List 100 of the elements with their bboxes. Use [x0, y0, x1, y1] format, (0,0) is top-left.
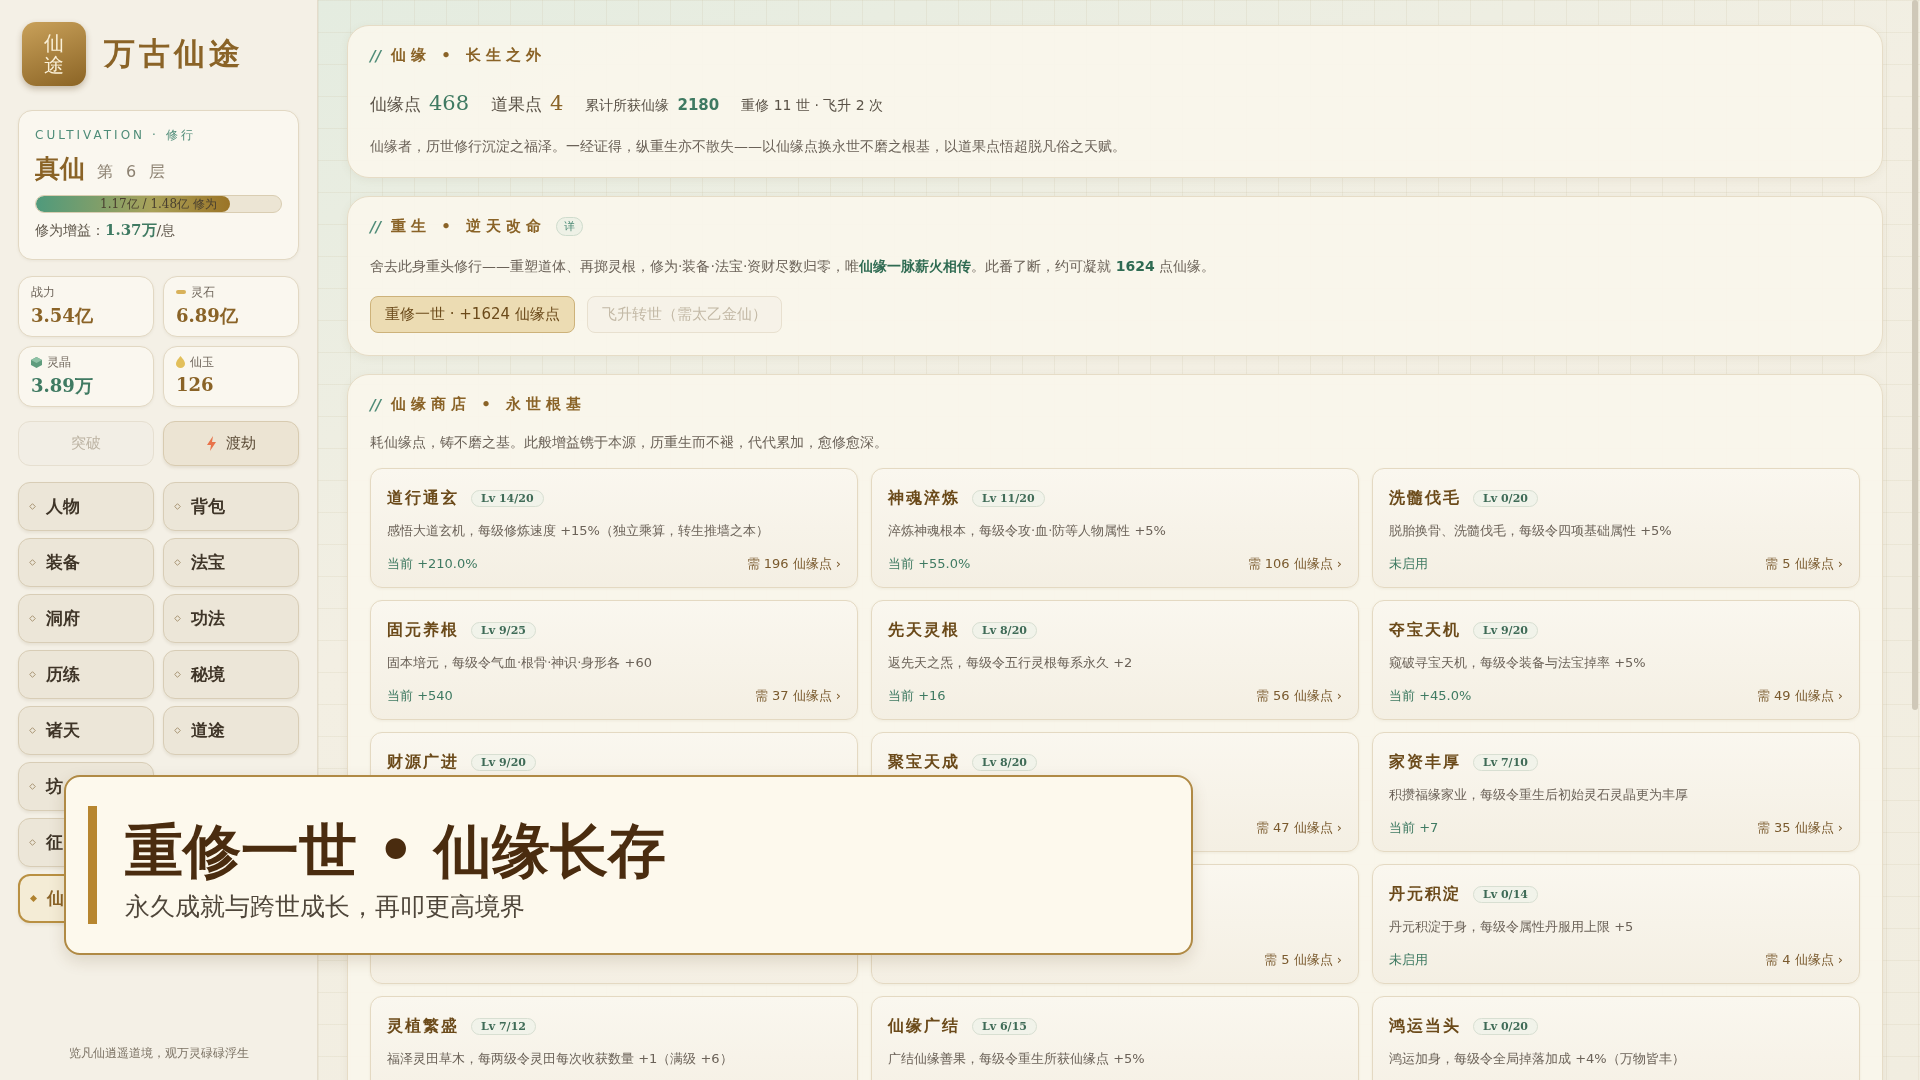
nav-item[interactable]: 装备 — [18, 538, 154, 587]
upgrade-status: 当前 +55.0% — [888, 555, 971, 573]
upgrade-cost-link[interactable]: 需 4 仙缘点 › — [1765, 951, 1843, 969]
diamond-icon — [29, 783, 36, 790]
scrollbar[interactable] — [1912, 0, 1918, 710]
nav-item[interactable]: 洞府 — [18, 594, 154, 643]
upgrade-status: 未启用 — [1389, 951, 1428, 969]
upgrade-cost-link[interactable]: 需 47 仙缘点 › — [1255, 819, 1342, 837]
level-badge: Lv 11/20 — [972, 489, 1045, 507]
gain-label: 修为增益： — [35, 222, 105, 240]
nav-item[interactable]: 人物 — [18, 482, 154, 531]
upgrade-title: 财源广进 — [387, 751, 459, 773]
upgrade-title: 聚宝天成 — [888, 751, 960, 773]
upgrade-title: 丹元积淀 — [1389, 883, 1461, 905]
section-title: 仙缘商店 • 永世根基 — [390, 395, 586, 414]
upgrade-cost-link[interactable]: 需 5 仙缘点 › — [1264, 951, 1342, 969]
toast-title: 重修一世 • 仙缘长存 — [125, 816, 667, 887]
section-mark: // — [370, 217, 381, 236]
level-badge: Lv 14/20 — [471, 489, 544, 507]
upgrade-description: 窥破寻宝天机，每级令装备与法宝掉率 +5% — [1389, 654, 1647, 672]
stat-label: 仙玉 — [190, 353, 214, 371]
upgrade-description: 感悟大道玄机，每级修炼速度 +15%（独立乘算，转生推墙之本） — [387, 522, 770, 540]
section-description: 耗仙缘点，铸不磨之基。此般增益镌于本源，历重生而不褪，代代累加，愈修愈深。 — [370, 434, 889, 452]
gain-value: 1.37万 — [105, 221, 157, 240]
stat-value: 3.89万 — [31, 374, 94, 398]
stat-value: 4 — [550, 91, 564, 115]
upgrade-description: 丹元积淀于身，每级令属性丹服用上限 +5 — [1389, 918, 1635, 936]
upgrade-title: 灵植繁盛 — [387, 1015, 459, 1037]
footer-motto: 览凡仙逍遥道境，观万灵碌碌浮生 — [67, 1045, 250, 1062]
diamond-icon — [29, 559, 36, 566]
gain-unit: /息 — [156, 222, 176, 240]
realm-stage: 第 6 层 — [97, 162, 170, 183]
upgrade-status: 当前 +540 — [387, 687, 453, 705]
upgrade-description: 鸿运加身，每级令全局掉落加成 +4%（万物皆丰） — [1389, 1050, 1686, 1068]
level-badge: Lv 8/20 — [972, 621, 1037, 639]
stat-label: 战力 — [31, 283, 55, 301]
nav-item[interactable]: 道途 — [163, 706, 299, 755]
rebirth-button[interactable]: 重修一世 · +1624 仙缘点 — [370, 296, 575, 333]
upgrade-cost-link[interactable]: 需 49 仙缘点 › — [1756, 687, 1843, 705]
upgrade-title: 先天灵根 — [888, 619, 960, 641]
nav-item[interactable]: 法宝 — [163, 538, 299, 587]
upgrade-cost-link[interactable]: 需 35 仙缘点 › — [1756, 819, 1843, 837]
app-logo: 仙途 — [22, 22, 86, 86]
upgrade-cost-link[interactable]: 需 106 仙缘点 › — [1247, 555, 1342, 573]
upgrade-status: 当前 +45.0% — [1389, 687, 1472, 705]
upgrade-status: 未启用 — [1389, 555, 1428, 573]
upgrade-description: 淬炼神魂根本，每级令攻·血·防等人物属性 +5% — [888, 522, 1167, 540]
tribulation-button[interactable]: 渡劫 — [163, 421, 299, 466]
level-badge: Lv 7/12 — [471, 1017, 536, 1035]
nav-item[interactable]: 历练 — [18, 650, 154, 699]
upgrade-title: 仙缘广结 — [888, 1015, 960, 1037]
upgrade-cost-link[interactable]: 需 37 仙缘点 › — [754, 687, 841, 705]
detail-tag[interactable]: 详 — [556, 217, 583, 236]
upgrade-cost-link[interactable]: 需 56 仙缘点 › — [1255, 687, 1342, 705]
upgrade-title: 洗髓伐毛 — [1389, 487, 1461, 509]
level-badge: Lv 0/20 — [1473, 489, 1538, 507]
section-mark: // — [370, 395, 381, 414]
stat-label: 重修 11 世 · 飞升 2 次 — [741, 97, 884, 115]
cultivation-caption: CULTIVATION · 修行 — [35, 127, 197, 144]
diamond-icon — [174, 615, 181, 622]
upgrade-title: 鸿运当头 — [1389, 1015, 1461, 1037]
upgrade-title: 固元养根 — [387, 619, 459, 641]
nav-item[interactable]: 秘境 — [163, 650, 299, 699]
nav-item[interactable]: 诸天 — [18, 706, 154, 755]
level-badge: Lv 0/14 — [1473, 885, 1538, 903]
level-badge: Lv 6/15 — [972, 1017, 1037, 1035]
stat-label: 灵石 — [191, 283, 215, 301]
upgrade-status: 当前 +210.0% — [387, 555, 478, 573]
toast-subtitle: 永久成就与跨世成长，再叩更高境界 — [125, 891, 526, 924]
upgrade-description: 广结仙缘善果，每级令重生所获仙缘点 +5% — [888, 1050, 1146, 1068]
diamond-icon — [29, 727, 36, 734]
stat-label: 仙缘点 — [370, 93, 421, 116]
nav-item[interactable]: 背包 — [163, 482, 299, 531]
lightning-icon — [206, 436, 216, 451]
upgrade-description: 福泽灵田草木，每两级令灵田每次收获数量 +1（满级 +6） — [387, 1050, 734, 1068]
realm-name: 真仙 — [35, 153, 85, 185]
section-title: 重生 • 逆天改命 — [390, 217, 546, 236]
stat-value: 3.54亿 — [31, 304, 94, 328]
cube-icon — [31, 356, 42, 368]
progress-label: 1.17亿 / 1.48亿 修为 — [100, 196, 217, 212]
level-badge: Lv 0/20 — [1473, 1017, 1538, 1035]
stat-label: 道果点 — [491, 93, 543, 116]
upgrade-cost-link[interactable]: 需 5 仙缘点 › — [1765, 555, 1843, 573]
diamond-icon — [29, 503, 36, 510]
upgrade-description: 固本培元，每级令气血·根骨·神识·身形各 +60 — [387, 654, 653, 672]
level-badge: Lv 8/20 — [972, 753, 1037, 771]
level-badge: Lv 9/20 — [471, 753, 536, 771]
section-mark: // — [370, 46, 381, 65]
upgrade-description: 积攒福缘家业，每级令重生后初始灵石灵晶更为丰厚 — [1389, 786, 1689, 804]
nav-item[interactable]: 功法 — [163, 594, 299, 643]
diamond-icon — [29, 839, 36, 846]
upgrade-title: 家资丰厚 — [1389, 751, 1461, 773]
upgrade-description: 返先天之炁，每级令五行灵根每系永久 +2 — [888, 654, 1134, 672]
upgrade-title: 道行通玄 — [387, 487, 459, 509]
diamond-icon — [174, 727, 181, 734]
level-badge: Lv 9/20 — [1473, 621, 1538, 639]
stat-value: 6.89亿 — [176, 304, 239, 328]
stat-value: 468 — [429, 91, 470, 115]
upgrade-cost-link[interactable]: 需 196 仙缘点 › — [746, 555, 841, 573]
section-title: 仙缘 • 长生之外 — [390, 46, 546, 65]
